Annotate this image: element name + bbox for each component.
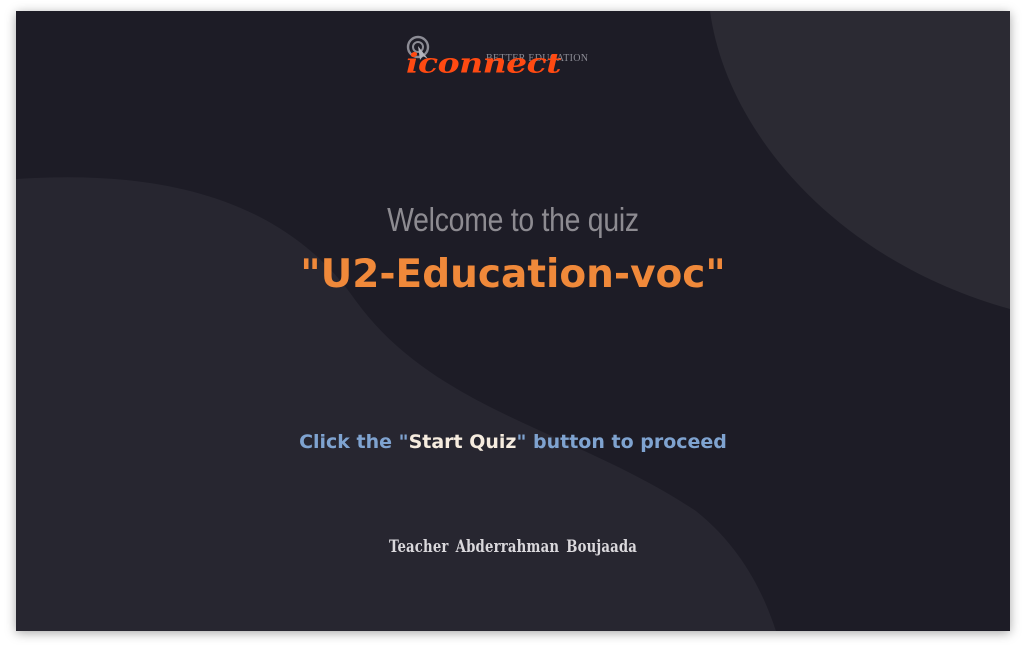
instruction-suffix: " button to proceed	[516, 431, 727, 453]
quiz-welcome-screen: BETTER EDUCATION iconnect Welcome to the…	[16, 11, 1010, 631]
quiz-title: "U2-Education-voc"	[300, 252, 726, 297]
instruction-button-name: Start Quiz	[408, 431, 517, 453]
welcome-text: Welcome to the quiz	[387, 201, 639, 238]
teacher-credit: Teacher Abderrahman Boujaada	[388, 537, 638, 557]
logo-wordmark: iconnect	[406, 47, 561, 79]
iconnect-logo: BETTER EDUCATION iconnect	[404, 33, 624, 89]
instruction-prefix: Click the "	[299, 431, 409, 453]
start-instruction: Click the "Start Quiz" button to proceed	[16, 431, 1010, 453]
